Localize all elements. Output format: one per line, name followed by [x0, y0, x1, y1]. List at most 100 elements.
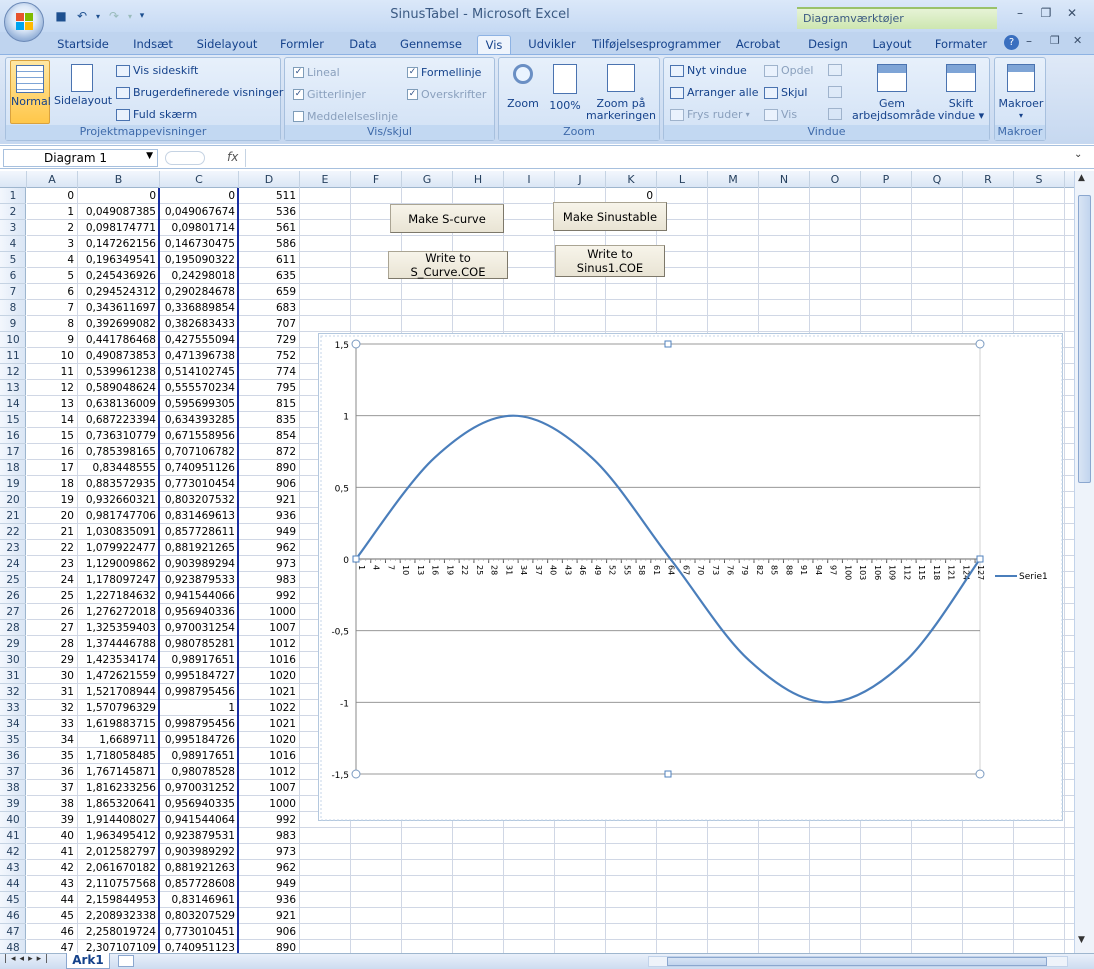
- cell-d7[interactable]: 659: [239, 284, 299, 300]
- cell-b27[interactable]: 1,276272018: [78, 604, 159, 620]
- row-header-25[interactable]: 25: [0, 572, 26, 588]
- normal-view-button[interactable]: Normal: [10, 60, 51, 124]
- cell-b34[interactable]: 1,619883715: [78, 716, 159, 732]
- scroll-thumb[interactable]: [1078, 195, 1091, 483]
- cell-d38[interactable]: 1007: [239, 780, 299, 796]
- select-all-button[interactable]: [0, 171, 27, 188]
- cell-d27[interactable]: 1000: [239, 604, 299, 620]
- cell-d23[interactable]: 962: [239, 540, 299, 556]
- resize-handle[interactable]: [664, 770, 672, 778]
- cell-a35[interactable]: 34: [27, 732, 77, 748]
- cell-a21[interactable]: 20: [27, 508, 77, 524]
- column-header-l[interactable]: L: [657, 171, 708, 188]
- cell-d11[interactable]: 752: [239, 348, 299, 364]
- row-header-24[interactable]: 24: [0, 556, 26, 572]
- cell-a47[interactable]: 46: [27, 924, 77, 940]
- cell-a44[interactable]: 43: [27, 876, 77, 892]
- cell-d16[interactable]: 854: [239, 428, 299, 444]
- column-header-g[interactable]: G: [402, 171, 453, 188]
- cell-a3[interactable]: 2: [27, 220, 77, 236]
- row-header-46[interactable]: 46: [0, 908, 26, 924]
- row-header-1[interactable]: 1: [0, 188, 26, 204]
- cell-a5[interactable]: 4: [27, 252, 77, 268]
- cell-c25[interactable]: 0,923879533: [160, 572, 238, 588]
- cell-d3[interactable]: 561: [239, 220, 299, 236]
- row-header-41[interactable]: 41: [0, 828, 26, 844]
- cell-c47[interactable]: 0,773010451: [160, 924, 238, 940]
- cell-c15[interactable]: 0,634393285: [160, 412, 238, 428]
- row-header-22[interactable]: 22: [0, 524, 26, 540]
- cell-b46[interactable]: 2,208932338: [78, 908, 159, 924]
- cell-c5[interactable]: 0,195090322: [160, 252, 238, 268]
- line-chart[interactable]: 1,5 1 0,5 0 -0,5 -1 -1,5 1 4 7 10 13 16 19 22 25 28 31 34 3…: [319, 334, 1064, 822]
- cell-d25[interactable]: 983: [239, 572, 299, 588]
- formula-expand-handle[interactable]: [165, 151, 205, 165]
- chart-area[interactable]: 1,5 1 0,5 0 -0,5 -1 -1,5 1 4 7 10 13 16 19 22 25 28 31 34 3…: [318, 333, 1063, 821]
- new-window-button[interactable]: Nyt vindue: [670, 64, 747, 77]
- cell-d8[interactable]: 683: [239, 300, 299, 316]
- cell-a33[interactable]: 32: [27, 700, 77, 716]
- save-workspace-button[interactable]: Gem arbejdsområde: [852, 62, 935, 126]
- row-header-12[interactable]: 12: [0, 364, 26, 380]
- cell-b15[interactable]: 0,687223394: [78, 412, 159, 428]
- resize-handle[interactable]: [975, 339, 985, 349]
- cell-b8[interactable]: 0,343611697: [78, 300, 159, 316]
- cell-a27[interactable]: 26: [27, 604, 77, 620]
- row-header-35[interactable]: 35: [0, 732, 26, 748]
- cell-d47[interactable]: 906: [239, 924, 299, 940]
- column-header-r[interactable]: R: [963, 171, 1014, 188]
- row-header-43[interactable]: 43: [0, 860, 26, 876]
- cell-c35[interactable]: 0,995184726: [160, 732, 238, 748]
- cell-a39[interactable]: 38: [27, 796, 77, 812]
- column-header-q[interactable]: Q: [912, 171, 963, 188]
- cell-d21[interactable]: 936: [239, 508, 299, 524]
- row-header-36[interactable]: 36: [0, 748, 26, 764]
- resize-handle[interactable]: [352, 555, 360, 563]
- cell-c43[interactable]: 0,881921263: [160, 860, 238, 876]
- row-header-4[interactable]: 4: [0, 236, 26, 252]
- column-header-d[interactable]: D: [239, 171, 300, 188]
- unhide-button[interactable]: Vis: [764, 108, 797, 121]
- cell-d22[interactable]: 949: [239, 524, 299, 540]
- cell-d48[interactable]: 890: [239, 940, 299, 953]
- row-header-2[interactable]: 2: [0, 204, 26, 220]
- tab-gennemse[interactable]: Gennemse: [396, 35, 466, 54]
- cell-d4[interactable]: 586: [239, 236, 299, 252]
- cell-d13[interactable]: 795: [239, 380, 299, 396]
- cell-d24[interactable]: 973: [239, 556, 299, 572]
- cell-b45[interactable]: 2,159844953: [78, 892, 159, 908]
- cell-a22[interactable]: 21: [27, 524, 77, 540]
- cell-b13[interactable]: 0,589048624: [78, 380, 159, 396]
- column-header-f[interactable]: F: [351, 171, 402, 188]
- cell-d46[interactable]: 921: [239, 908, 299, 924]
- cell-c26[interactable]: 0,941544066: [160, 588, 238, 604]
- cell-d40[interactable]: 992: [239, 812, 299, 828]
- cell-c21[interactable]: 0,831469613: [160, 508, 238, 524]
- row-header-16[interactable]: 16: [0, 428, 26, 444]
- row-header-42[interactable]: 42: [0, 844, 26, 860]
- gitterlinjer-checkbox[interactable]: ✓ Gitterlinjer: [293, 88, 366, 101]
- row-header-19[interactable]: 19: [0, 476, 26, 492]
- cell-b47[interactable]: 2,258019724: [78, 924, 159, 940]
- row-header-39[interactable]: 39: [0, 796, 26, 812]
- cell-c4[interactable]: 0,146730475: [160, 236, 238, 252]
- make-sinustable-button[interactable]: Make Sinustable: [553, 202, 667, 231]
- custom-views-button[interactable]: Brugerdefinerede visninger: [116, 86, 283, 99]
- cell-d42[interactable]: 973: [239, 844, 299, 860]
- scroll-down-icon[interactable]: ▼: [1078, 935, 1085, 945]
- customize-qat-icon[interactable]: ▾: [137, 7, 147, 25]
- save-icon[interactable]: ■: [52, 7, 70, 25]
- row-header-7[interactable]: 7: [0, 284, 26, 300]
- cell-a34[interactable]: 33: [27, 716, 77, 732]
- cell-d28[interactable]: 1007: [239, 620, 299, 636]
- cell-a43[interactable]: 42: [27, 860, 77, 876]
- cell-c13[interactable]: 0,555570234: [160, 380, 238, 396]
- cell-d29[interactable]: 1012: [239, 636, 299, 652]
- cell-a17[interactable]: 16: [27, 444, 77, 460]
- cell-c33[interactable]: 1: [160, 700, 238, 716]
- cell-b26[interactable]: 1,227184632: [78, 588, 159, 604]
- cell-b20[interactable]: 0,932660321: [78, 492, 159, 508]
- column-header-p[interactable]: P: [861, 171, 912, 188]
- cell-d12[interactable]: 774: [239, 364, 299, 380]
- cell-d32[interactable]: 1021: [239, 684, 299, 700]
